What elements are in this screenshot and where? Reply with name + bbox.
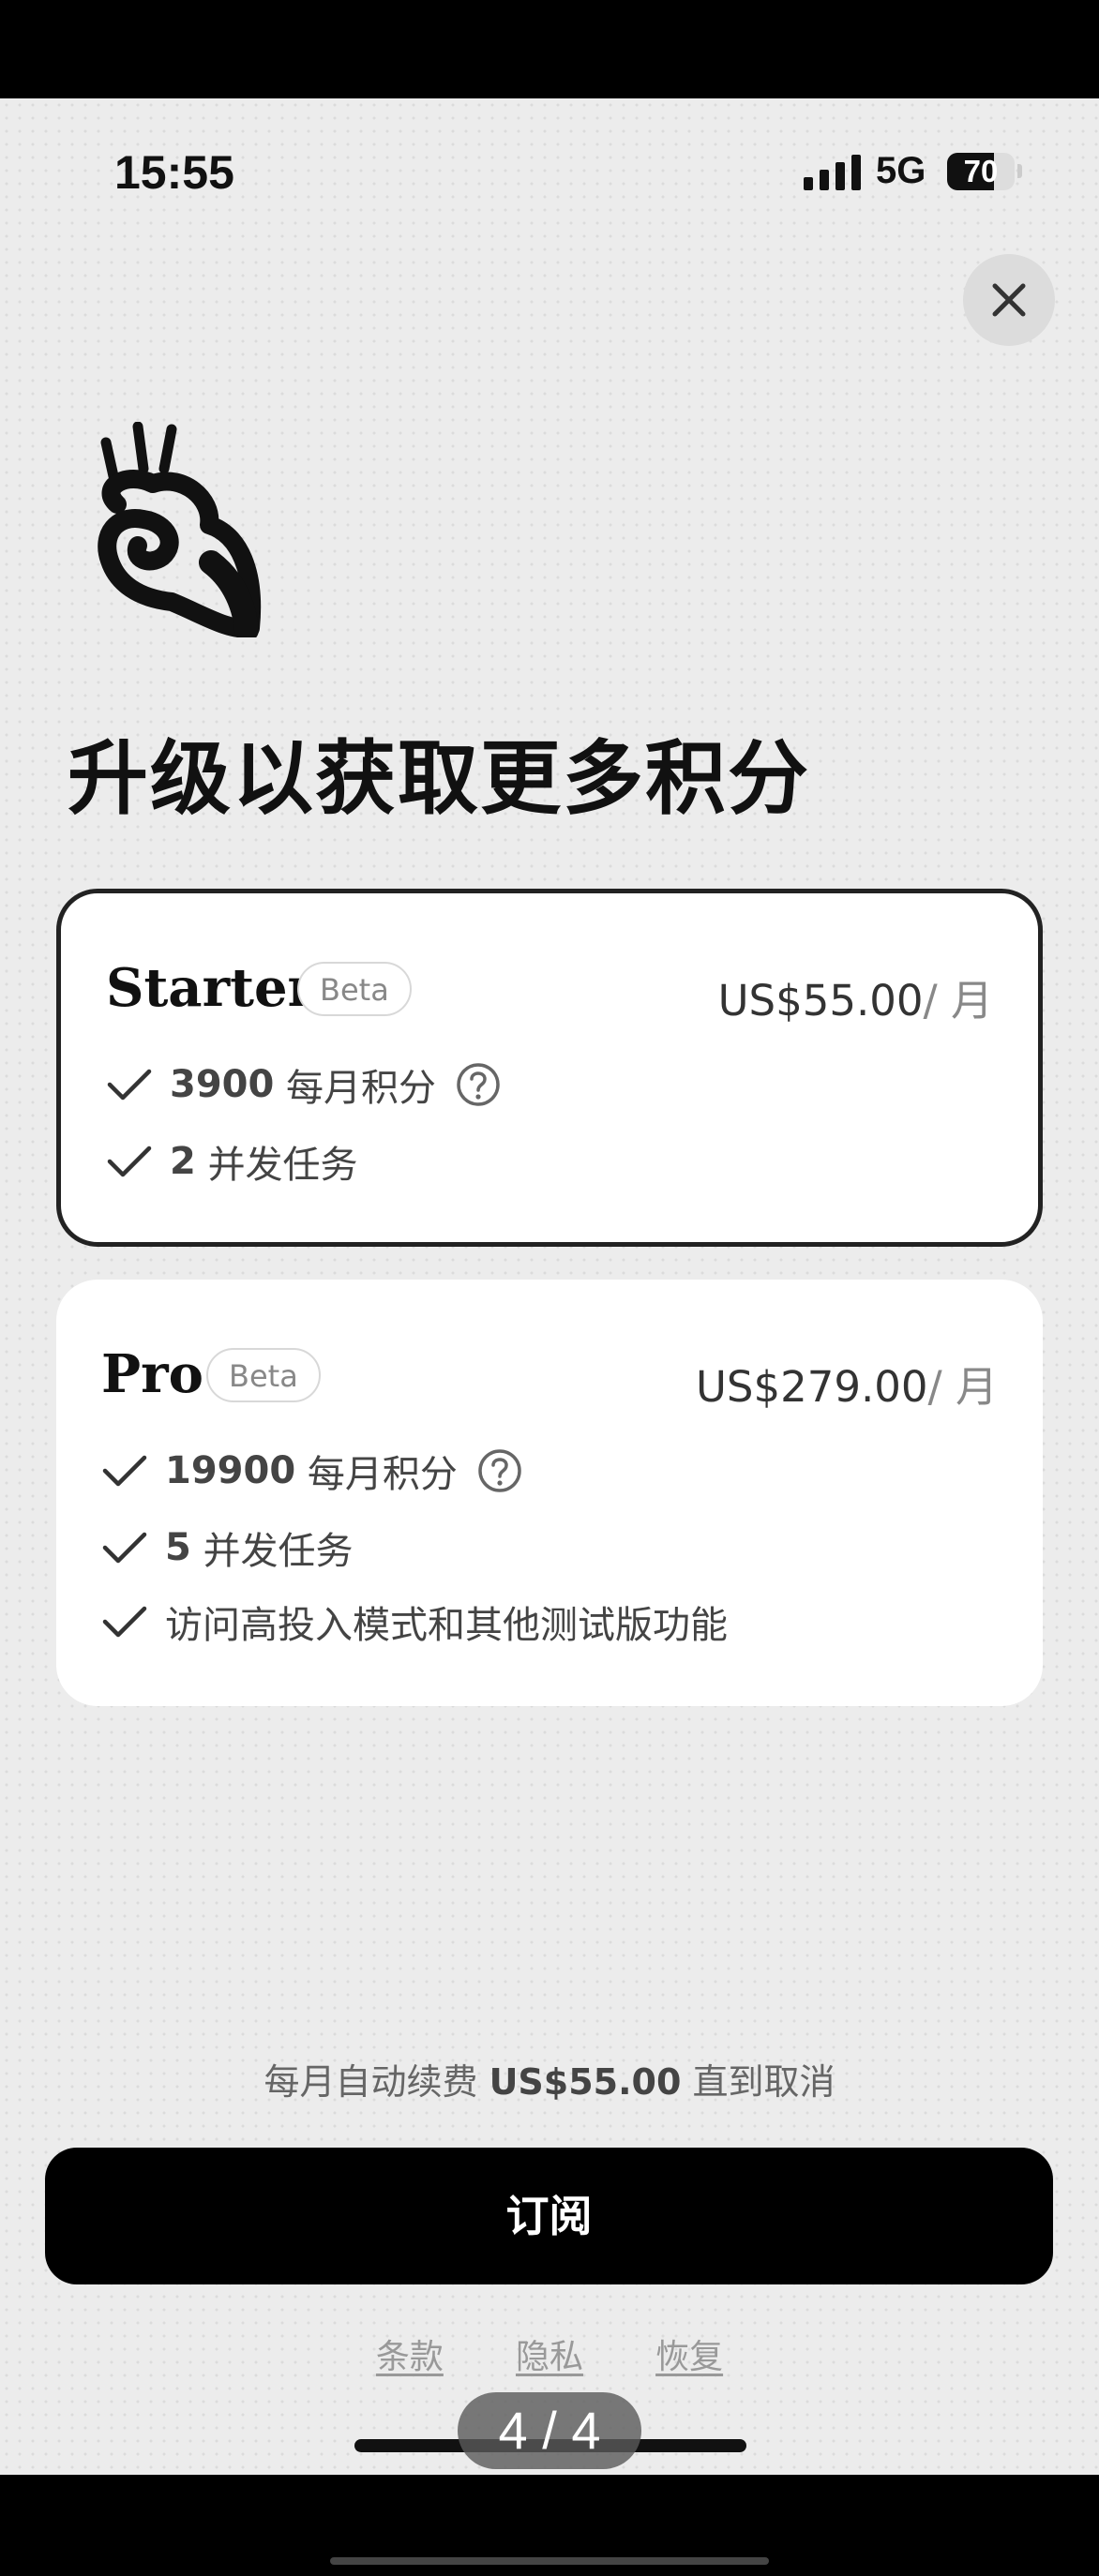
beta-badge: Beta [206,1348,321,1402]
terms-link[interactable]: 条款 [376,2329,444,2378]
battery-icon: 70 [947,153,1015,190]
feature-number: 2 [170,1140,196,1183]
page-indicator: 4 / 4 [458,2392,641,2469]
signal-icon [804,155,862,190]
plan-name: Pro [101,1343,203,1405]
feature-text: 并发任务 [207,1144,358,1187]
status-time: 15:55 [114,146,234,199]
renewal-note: 每月自动续费 US$55.00 直到取消 [0,2053,1099,2104]
price-amount: US$279.00 [695,1362,928,1412]
price-amount: US$55.00 [717,976,924,1026]
feature-number: 5 [165,1526,191,1569]
feature-number: 3900 [170,1063,275,1106]
battery-tip [1017,164,1022,178]
page-title: 升级以获取更多积分 [68,732,810,826]
feature-text: 访问高投入模式和其他测试版功能 [165,1604,728,1647]
check-icon [107,1069,152,1101]
feature-text: 每月积分 [286,1067,437,1110]
check-icon [102,1532,147,1564]
plan-name: Starter [106,957,316,1019]
check-icon [102,1455,147,1487]
subscribe-button[interactable]: 订阅 [45,2148,1053,2284]
check-icon [107,1146,152,1177]
system-home-indicator [330,2557,769,2565]
plan-card-pro[interactable]: Pro Beta US$279.00/ 月 19900 每月积分 5 并发任务 … [56,1280,1043,1706]
renewal-prefix: 每月自动续费 [263,2061,478,2103]
close-icon [992,283,1026,317]
status-bar: 15:55 5G 70 [0,98,1099,248]
check-icon [102,1606,147,1638]
feature-item: 5 并发任务 [101,1520,354,1575]
help-circle-icon[interactable] [455,1061,502,1108]
network-type: 5G [876,150,926,191]
feature-text: 每月积分 [307,1453,458,1496]
feature-item: 19900 每月积分 [101,1444,523,1498]
feature-item: 2 并发任务 [106,1134,358,1189]
feature-text: 并发任务 [203,1530,354,1573]
plan-card-starter[interactable]: Starter Beta US$55.00/ 月 3900 每月积分 2 并发任… [56,889,1043,1247]
battery-percent: 70 [963,154,999,188]
price-period: / 月 [927,1362,998,1412]
close-button[interactable] [963,254,1055,346]
plan-price: US$279.00/ 月 [696,1353,998,1414]
feature-number: 19900 [165,1449,296,1492]
restore-link[interactable]: 恢复 [655,2329,723,2378]
plan-price: US$55.00/ 月 [718,966,993,1027]
footer-links: 条款 隐私 恢复 [0,2329,1099,2378]
renewal-amount: US$55.00 [489,2061,682,2103]
feature-item: 3900 每月积分 [106,1057,502,1112]
renewal-suffix: 直到取消 [692,2061,836,2103]
beta-badge: Beta [297,962,412,1016]
privacy-link[interactable]: 隐私 [516,2329,583,2378]
price-period: / 月 [923,976,993,1026]
feature-item: 访问高投入模式和其他测试版功能 [101,1595,728,1649]
paywall-screen: 15:55 5G 70 升级以获取更多积分 Starter Beta US$55… [0,98,1099,2475]
help-circle-icon[interactable] [476,1447,523,1494]
hand-logo-icon [98,422,262,637]
